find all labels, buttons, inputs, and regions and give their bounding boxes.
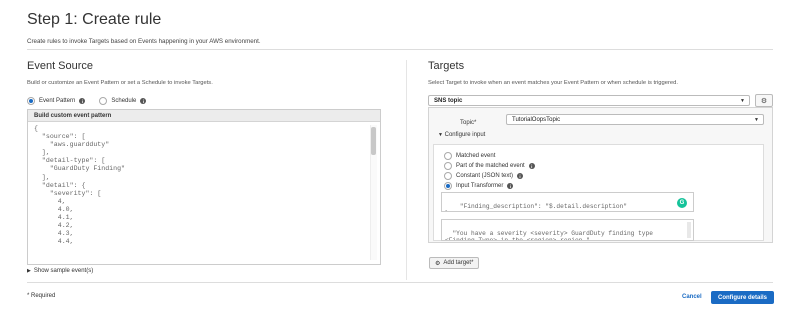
show-sample-label: Show sample event(s) — [33, 268, 94, 274]
add-target-label: Add target* — [443, 260, 474, 266]
page-title: Step 1: Create rule — [27, 11, 162, 28]
targets-description: Select Target to invoke when an event ma… — [428, 80, 678, 86]
topic-value: TutorialOopsTopic — [512, 117, 561, 123]
gear-icon: ⚙ — [435, 260, 441, 267]
input-transformer-radio[interactable] — [444, 182, 452, 190]
info-icon[interactable]: i — [79, 98, 86, 104]
input-option-input-transformer[interactable]: Input Transformer i — [444, 182, 514, 190]
input-paths-editor[interactable]: "Finding_description": "$.detail.descrip… — [441, 192, 694, 212]
top-divider — [27, 49, 773, 50]
topic-select[interactable]: TutorialOopsTopic ▼ — [506, 114, 764, 125]
required-note: * Required — [27, 293, 56, 299]
configure-input-toggle[interactable]: ▼ Configure input — [438, 132, 485, 138]
code-scrollbar-thumb[interactable] — [371, 127, 376, 155]
target-type-value: SNS topic — [434, 98, 463, 104]
input-option-matched-event[interactable]: Matched event — [444, 152, 495, 160]
input-option-part-of-event[interactable]: Part of the matched event i — [444, 162, 535, 170]
caret-right-icon: ▶ — [27, 268, 31, 274]
event-source-radio-group: Event Pattern i Schedule i — [27, 97, 147, 105]
event-source-title: Event Source — [27, 60, 94, 72]
caret-down-icon: ▼ — [438, 132, 443, 138]
configure-input-label: Configure input — [444, 132, 486, 138]
option-label: Part of the matched event — [456, 163, 525, 169]
grammarly-icon[interactable]: G — [677, 198, 687, 208]
info-icon[interactable]: i — [528, 163, 535, 169]
option-label: Constant (JSON text) — [456, 173, 514, 179]
schedule-radio[interactable] — [99, 97, 108, 105]
gear-icon[interactable]: ⚙ — [755, 94, 773, 107]
topic-label: Topic* — [460, 120, 477, 126]
event-pattern-label: Event Pattern — [39, 98, 76, 104]
input-paths-code: "Finding_description": "$.detail.descrip… — [445, 202, 627, 212]
input-template-editor[interactable]: "You have a severity <severity> GuardDut… — [441, 219, 694, 241]
pattern-type-select[interactable]: Build custom event pattern — [28, 110, 380, 122]
dropdown-arrow-icon: ▼ — [754, 117, 759, 123]
bottom-divider — [27, 282, 773, 283]
target-type-select[interactable]: SNS topic ▼ — [428, 95, 750, 106]
dropdown-arrow-icon: ▼ — [740, 98, 745, 104]
schedule-label: Schedule — [111, 98, 137, 104]
input-template-code: "You have a severity <severity> GuardDut… — [445, 229, 653, 241]
template-scrollbar[interactable] — [687, 222, 691, 238]
constant-json-radio[interactable] — [444, 172, 452, 180]
page-subtitle: Create rules to invoke Targets based on … — [27, 38, 261, 45]
info-icon[interactable]: i — [517, 173, 524, 179]
info-icon[interactable]: i — [140, 98, 147, 104]
input-option-constant[interactable]: Constant (JSON text) i — [444, 172, 524, 180]
column-divider — [406, 60, 407, 280]
part-of-event-radio[interactable] — [444, 162, 452, 170]
show-sample-toggle[interactable]: ▶ Show sample event(s) — [27, 268, 93, 274]
info-icon[interactable]: i — [507, 183, 514, 189]
targets-title: Targets — [428, 60, 465, 72]
event-source-description: Build or customize an Event Pattern or s… — [27, 80, 213, 86]
configure-details-button[interactable]: Configure details — [711, 291, 774, 304]
option-label: Matched event — [456, 153, 496, 159]
event-pattern-editor: Build custom event pattern { "source": [… — [27, 109, 381, 265]
option-label: Input Transformer — [456, 183, 504, 189]
event-pattern-radio[interactable] — [27, 97, 35, 105]
add-target-button[interactable]: ⚙ Add target* — [429, 257, 480, 269]
matched-event-radio[interactable] — [444, 152, 452, 160]
cancel-link[interactable]: Cancel — [682, 294, 702, 300]
event-pattern-code[interactable]: { "source": [ "aws.guardduty" ], "detail… — [34, 125, 366, 260]
